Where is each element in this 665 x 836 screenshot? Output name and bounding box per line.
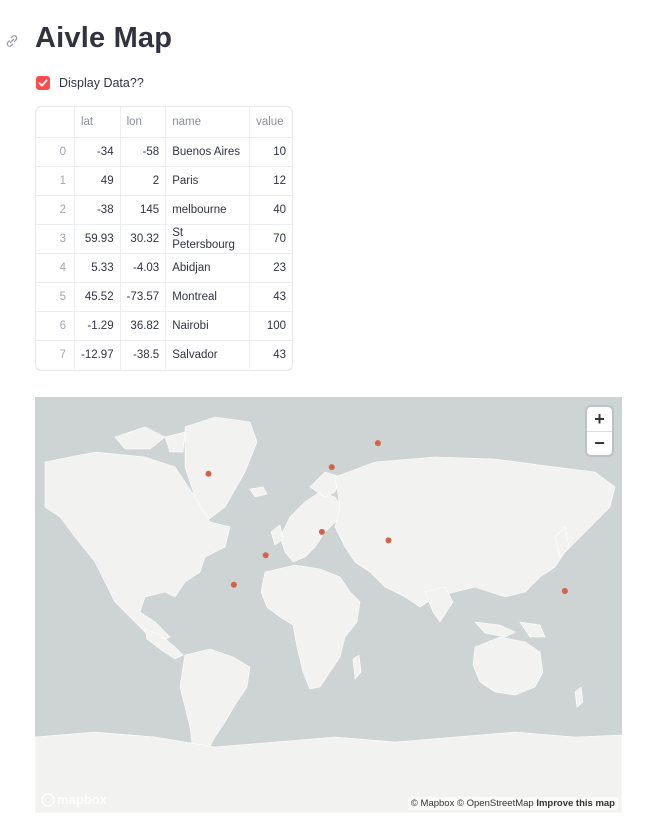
checkbox-label: Display Data??: [59, 76, 144, 90]
table-row[interactable]: 6 -1.29 36.82 Nairobi 100: [36, 311, 292, 341]
zoom-out-button[interactable]: −: [587, 431, 612, 455]
world-map[interactable]: + − mapbox © Mapbox © OpenStreetMap Impr…: [35, 397, 622, 813]
cell-lat[interactable]: -1.29: [74, 311, 121, 341]
cell-value[interactable]: 10: [249, 137, 292, 167]
table-row[interactable]: 3 59.93 30.32 St Petersbourg 70: [36, 224, 292, 254]
table-row[interactable]: 1 49 2 Paris 12: [36, 166, 292, 196]
cell-name[interactable]: Salvador: [165, 340, 251, 369]
cell-name[interactable]: St Petersbourg: [165, 224, 251, 254]
cell-lat[interactable]: 59.93: [74, 224, 121, 254]
map-marker[interactable]: [328, 464, 335, 471]
table-row[interactable]: 2 -38 145 melbourne 40: [36, 195, 292, 225]
improve-map-link[interactable]: Improve this map: [536, 798, 615, 809]
cell-lat[interactable]: -38: [74, 195, 121, 225]
map-markers: [205, 440, 568, 594]
cell-lon[interactable]: -58: [120, 137, 167, 167]
checkmark-icon: [38, 79, 48, 87]
cell-value[interactable]: 43: [249, 282, 292, 312]
cell-name[interactable]: Buenos Aires: [165, 137, 251, 167]
table-row[interactable]: 7 -12.97 -38.5 Salvador 43: [36, 340, 292, 369]
cell-lon[interactable]: -38.5: [120, 340, 167, 369]
cell-lon[interactable]: 145: [120, 195, 167, 225]
data-table: lat lon name value 0 -34 -58 Buenos Aires 10…: [35, 106, 293, 371]
column-header-value[interactable]: value: [249, 107, 292, 138]
column-header-index[interactable]: [36, 107, 75, 138]
row-index[interactable]: 0: [36, 137, 75, 167]
cell-lon[interactable]: 2: [120, 166, 167, 196]
zoom-control: + −: [587, 407, 612, 455]
cell-value[interactable]: 43: [250, 340, 292, 369]
column-header-lon[interactable]: lon: [120, 107, 167, 138]
cell-lon[interactable]: 36.82: [120, 311, 167, 341]
cell-lon[interactable]: 30.32: [120, 224, 167, 254]
cell-lat[interactable]: -12.97: [74, 340, 121, 369]
row-index[interactable]: 7: [36, 340, 75, 369]
map-marker[interactable]: [561, 588, 568, 594]
zoom-in-button[interactable]: +: [587, 407, 612, 431]
table-header-row: lat lon name value: [36, 107, 292, 138]
map-marker[interactable]: [230, 581, 237, 588]
row-index[interactable]: 4: [36, 253, 75, 283]
cell-value[interactable]: 100: [249, 311, 292, 341]
mapbox-logo[interactable]: mapbox: [41, 792, 107, 807]
link-icon[interactable]: [4, 33, 20, 49]
cell-value[interactable]: 12: [249, 166, 292, 196]
page-title: Aivle Map: [35, 22, 173, 54]
table-row[interactable]: 4 5.33 -4.03 Abidjan 23: [36, 253, 292, 283]
mapbox-logo-text: mapbox: [57, 792, 107, 807]
cell-name[interactable]: Nairobi: [165, 311, 251, 341]
cell-name[interactable]: Montreal: [165, 282, 251, 312]
cell-value[interactable]: 40: [249, 195, 292, 225]
row-index[interactable]: 1: [36, 166, 75, 196]
row-index[interactable]: 6: [36, 311, 75, 341]
cell-value[interactable]: 23: [249, 253, 292, 283]
attribution-text[interactable]: © Mapbox © OpenStreetMap: [411, 798, 534, 809]
map-marker[interactable]: [262, 552, 269, 559]
cell-lon[interactable]: -73.57: [120, 282, 167, 312]
display-data-checkbox[interactable]: Display Data??: [36, 74, 144, 92]
table-row[interactable]: 5 45.52 -73.57 Montreal 43: [36, 282, 292, 312]
table-row[interactable]: 0 -34 -58 Buenos Aires 10: [36, 137, 292, 167]
row-index[interactable]: 3: [36, 224, 75, 254]
column-header-name[interactable]: name: [165, 107, 251, 138]
map-marker[interactable]: [385, 537, 392, 544]
map-marker[interactable]: [374, 440, 381, 447]
cell-name[interactable]: Abidjan: [165, 253, 251, 283]
column-header-lat[interactable]: lat: [74, 107, 121, 138]
cell-lon[interactable]: -4.03: [120, 253, 167, 283]
cell-name[interactable]: melbourne: [165, 195, 251, 225]
cell-value[interactable]: 70: [249, 224, 292, 254]
cell-lat[interactable]: 45.52: [74, 282, 121, 312]
mapbox-logo-icon: [41, 792, 55, 807]
cell-lat[interactable]: -34: [74, 137, 121, 167]
map-attribution: © Mapbox © OpenStreetMap Improve this ma…: [407, 797, 618, 810]
cell-lat[interactable]: 5.33: [74, 253, 121, 283]
cell-name[interactable]: Paris: [165, 166, 251, 196]
row-index[interactable]: 5: [36, 282, 75, 312]
map-marker[interactable]: [205, 470, 212, 477]
row-index[interactable]: 2: [36, 195, 75, 225]
cell-lat[interactable]: 49: [74, 166, 121, 196]
checkbox-box[interactable]: [36, 76, 50, 90]
map-marker[interactable]: [318, 528, 325, 535]
